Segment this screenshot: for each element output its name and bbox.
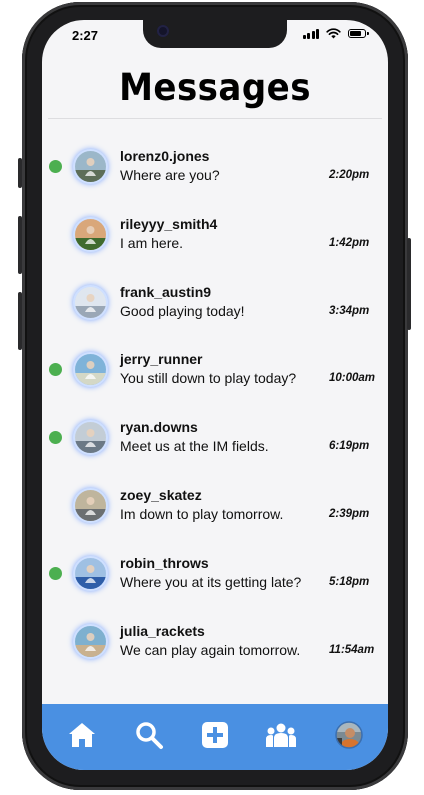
nav-create[interactable] [199,719,231,751]
conversation-row[interactable]: zoey_skatez Im down to play tomorrow. 2:39… [42,477,388,545]
status-time: 2:27 [72,28,99,43]
status-icons [302,28,369,39]
group-icon [266,723,296,747]
conversation-username: rileyyy_smith4 [120,215,218,232]
conversation-preview: I am here. [120,234,184,251]
conversation-time: 1:42pm [329,236,370,249]
battery-icon [348,29,369,38]
nav-search[interactable] [133,719,165,751]
conversation-time: 2:39pm [329,507,370,520]
unread-indicator [49,160,62,173]
conversation-preview: Where you at its getting late? [120,573,302,590]
conversation-username: ryan.downs [120,419,198,436]
front-camera [157,25,169,37]
conversation-username: robin_throws [120,554,209,571]
conversation-username: julia_rackets [120,622,205,639]
avatar[interactable] [75,218,106,250]
conversation-row[interactable]: jerry_runner You still down to play today… [42,341,388,409]
conversation-row[interactable]: julia_rackets We can play again tomorrow.… [42,613,388,681]
avatar[interactable] [75,286,106,318]
conversation-row[interactable]: robin_throws Where you at its getting lat… [42,545,388,613]
search-icon [136,722,163,749]
unread-indicator [49,363,62,377]
avatar[interactable] [75,557,106,589]
conversation-row[interactable]: frank_austin9 Good playing today! 3:34pm [42,274,388,342]
avatar[interactable] [75,422,106,454]
bottom-nav [42,704,388,770]
mute-switch [18,158,22,188]
avatar[interactable] [75,354,106,386]
conversation-time: 2:20pm [329,169,370,181]
conversation-username: jerry_runner [120,351,203,368]
page-title: Messages [119,66,311,109]
conversation-username: frank_austin9 [120,283,212,300]
unread-indicator [49,431,62,445]
wifi-icon [326,28,341,39]
screen: 2:27 Messages lorenz0.jones Where are you… [42,20,388,770]
conversation-time: 5:18pm [329,575,370,588]
header-divider [48,118,382,119]
conversation-time: 11:54am [329,643,375,656]
conversation-preview: We can play again tomorrow. [120,641,301,658]
unread-indicator [49,566,62,580]
conversation-row[interactable]: rileyyy_smith4 I am here. 1:42pm [42,206,388,274]
volume-down-button [18,292,22,350]
conversation-preview: Im down to play tomorrow. [120,505,284,522]
nav-home[interactable] [66,719,98,751]
avatar[interactable] [75,151,106,182]
profile-avatar [335,721,363,749]
nav-groups[interactable] [265,719,297,751]
conversation-preview: Good playing today! [120,302,245,319]
conversation-preview: You still down to play today? [120,370,297,387]
conversation-time: 6:19pm [329,440,370,453]
conversation-username: zoey_skatez [120,486,202,503]
conversation-preview: Meet us at the IM fields. [120,438,269,455]
avatar[interactable] [75,625,106,657]
notch [143,20,287,48]
conversation-username: lorenz0.jones [120,148,210,164]
conversation-list: lorenz0.jones Where are you? 2:20pm rileyyy… [42,138,388,680]
conversation-row[interactable]: ryan.downs Meet us at the IM fields. 6:19p… [42,409,388,477]
plus-square-icon [202,722,228,748]
conversation-time: 3:34pm [329,304,370,317]
cellular-signal-icon [302,28,319,39]
conversation-time: 10:00am [329,372,376,385]
volume-up-button [18,216,22,274]
nav-profile[interactable] [333,719,365,751]
conversation-row[interactable]: lorenz0.jones Where are you? 2:20pm [42,138,388,206]
power-button [407,238,411,330]
home-icon [69,723,95,747]
avatar[interactable] [75,489,106,521]
conversation-preview: Where are you? [120,167,220,183]
